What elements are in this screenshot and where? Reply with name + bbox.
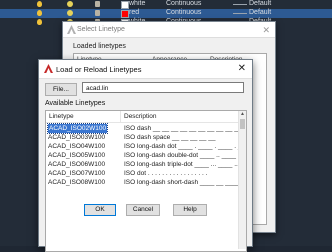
color-name: red [129, 9, 140, 16]
linetype-name: ACAD_ISO07W100 [48, 170, 106, 177]
linetype-row[interactable]: ACAD_ISO05W100 ISO long-dash double-dot … [46, 151, 246, 160]
cancel-button[interactable]: Cancel [126, 204, 160, 216]
color-name: white [129, 0, 146, 7]
linetype-name: ACAD_ISO06W100 [48, 161, 106, 168]
file-name-field[interactable]: acad.lin [82, 82, 244, 93]
lineweight-value[interactable]: Default [249, 0, 271, 7]
linetype-name: ACAD_ISO08W100 [48, 179, 106, 186]
available-linetypes-label: Available Linetypes [45, 100, 106, 107]
lineweight-value[interactable]: Default [249, 9, 271, 16]
linetype-name[interactable]: Continuous [166, 9, 201, 16]
color-swatch[interactable] [121, 1, 129, 9]
linetype-name[interactable]: Continuous [166, 0, 201, 7]
list-header: Linetype Description [46, 111, 239, 123]
dialog-title: Load or Reload Linetypes [56, 65, 142, 74]
help-button[interactable]: Help [173, 204, 207, 216]
autocad-logo-icon [67, 25, 76, 34]
column-header-linetype[interactable]: Linetype [49, 113, 74, 120]
linetype-name: ACAD_ISO02W100 [46, 123, 109, 134]
linetype-description: ISO long-dash short-dash ____ __ ____ __ [124, 179, 247, 186]
linetype-row[interactable]: ACAD_ISO08W100 ISO long-dash short-dash … [46, 178, 246, 187]
linetype-description: ISO dash __ __ __ __ __ __ __ __ __ __ _… [124, 125, 247, 132]
column-divider[interactable] [120, 111, 121, 122]
linetype-description: ISO dash space __ __ __ __ __ [124, 134, 216, 141]
linetype-row[interactable]: ACAD_ISO02W100 ISO dash __ __ __ __ __ _… [46, 123, 246, 134]
vertical-scrollbar[interactable]: ▲ [238, 111, 246, 249]
scroll-up-arrow-icon[interactable]: ▲ [240, 112, 245, 117]
dialog-titlebar[interactable]: Select Linetype ✕ [63, 22, 275, 38]
linetype-description: ISO dot . . . . . . . . . . . . . . . . … [124, 170, 208, 177]
lightbulb-icon[interactable] [37, 10, 42, 16]
sun-icon[interactable] [67, 10, 73, 16]
file-button[interactable]: File... [45, 83, 77, 96]
linetype-description: ISO long-dash double-dot ____ .. ____ ..… [124, 152, 247, 159]
lineweight-line [233, 4, 247, 5]
linetype-description: ISO long-dash triple-dot ____ ... ____ .… [124, 161, 240, 168]
linetype-row[interactable]: ACAD_ISO07W100 ISO dot . . . . . . . . .… [46, 169, 239, 178]
close-icon[interactable]: ✕ [262, 25, 270, 36]
linetype-name: ACAD_ISO03W100 [48, 134, 106, 141]
lineweight-line [233, 13, 247, 14]
linetype-name: ACAD_ISO04W100 [48, 143, 106, 150]
linetype-row[interactable]: ACAD_ISO04W100 ISO long-dash dot ____ . … [46, 142, 245, 151]
available-linetypes-list[interactable]: Linetype Description ACAD_ISO02W100 ISO … [45, 110, 247, 252]
linetype-row[interactable]: ACAD_ISO06W100 ISO long-dash triple-dot … [46, 160, 240, 169]
ok-button[interactable]: OK [84, 204, 116, 216]
load-linetypes-dialog: Load or Reload Linetypes ✕ File... acad.… [38, 59, 253, 252]
column-header-description[interactable]: Description [124, 113, 157, 120]
close-icon[interactable]: ✕ [238, 63, 246, 74]
lightbulb-icon[interactable] [37, 19, 42, 25]
lightbulb-icon[interactable] [37, 1, 42, 7]
layer-row[interactable]: red Continuous Default [0, 9, 332, 18]
linetype-description: ISO long-dash dot ____ . ____ . ____ . _… [124, 143, 246, 150]
linetype-name: ACAD_ISO05W100 [48, 152, 106, 159]
scroll-thumb[interactable] [240, 119, 245, 129]
dialog-title: Select Linetype [77, 26, 125, 33]
autocad-logo-icon [44, 64, 53, 73]
loaded-linetypes-label: Loaded linetypes [73, 43, 126, 50]
lock-icon[interactable] [95, 10, 100, 16]
dialog-titlebar[interactable]: Load or Reload Linetypes ✕ [39, 60, 252, 79]
linetype-row[interactable]: ACAD_ISO03W100 ISO dash space __ __ __ _… [46, 133, 239, 142]
color-swatch[interactable] [121, 10, 129, 18]
sun-icon[interactable] [67, 1, 73, 7]
layer-row[interactable]: white Continuous Default [0, 0, 332, 9]
lock-icon[interactable] [95, 1, 100, 7]
